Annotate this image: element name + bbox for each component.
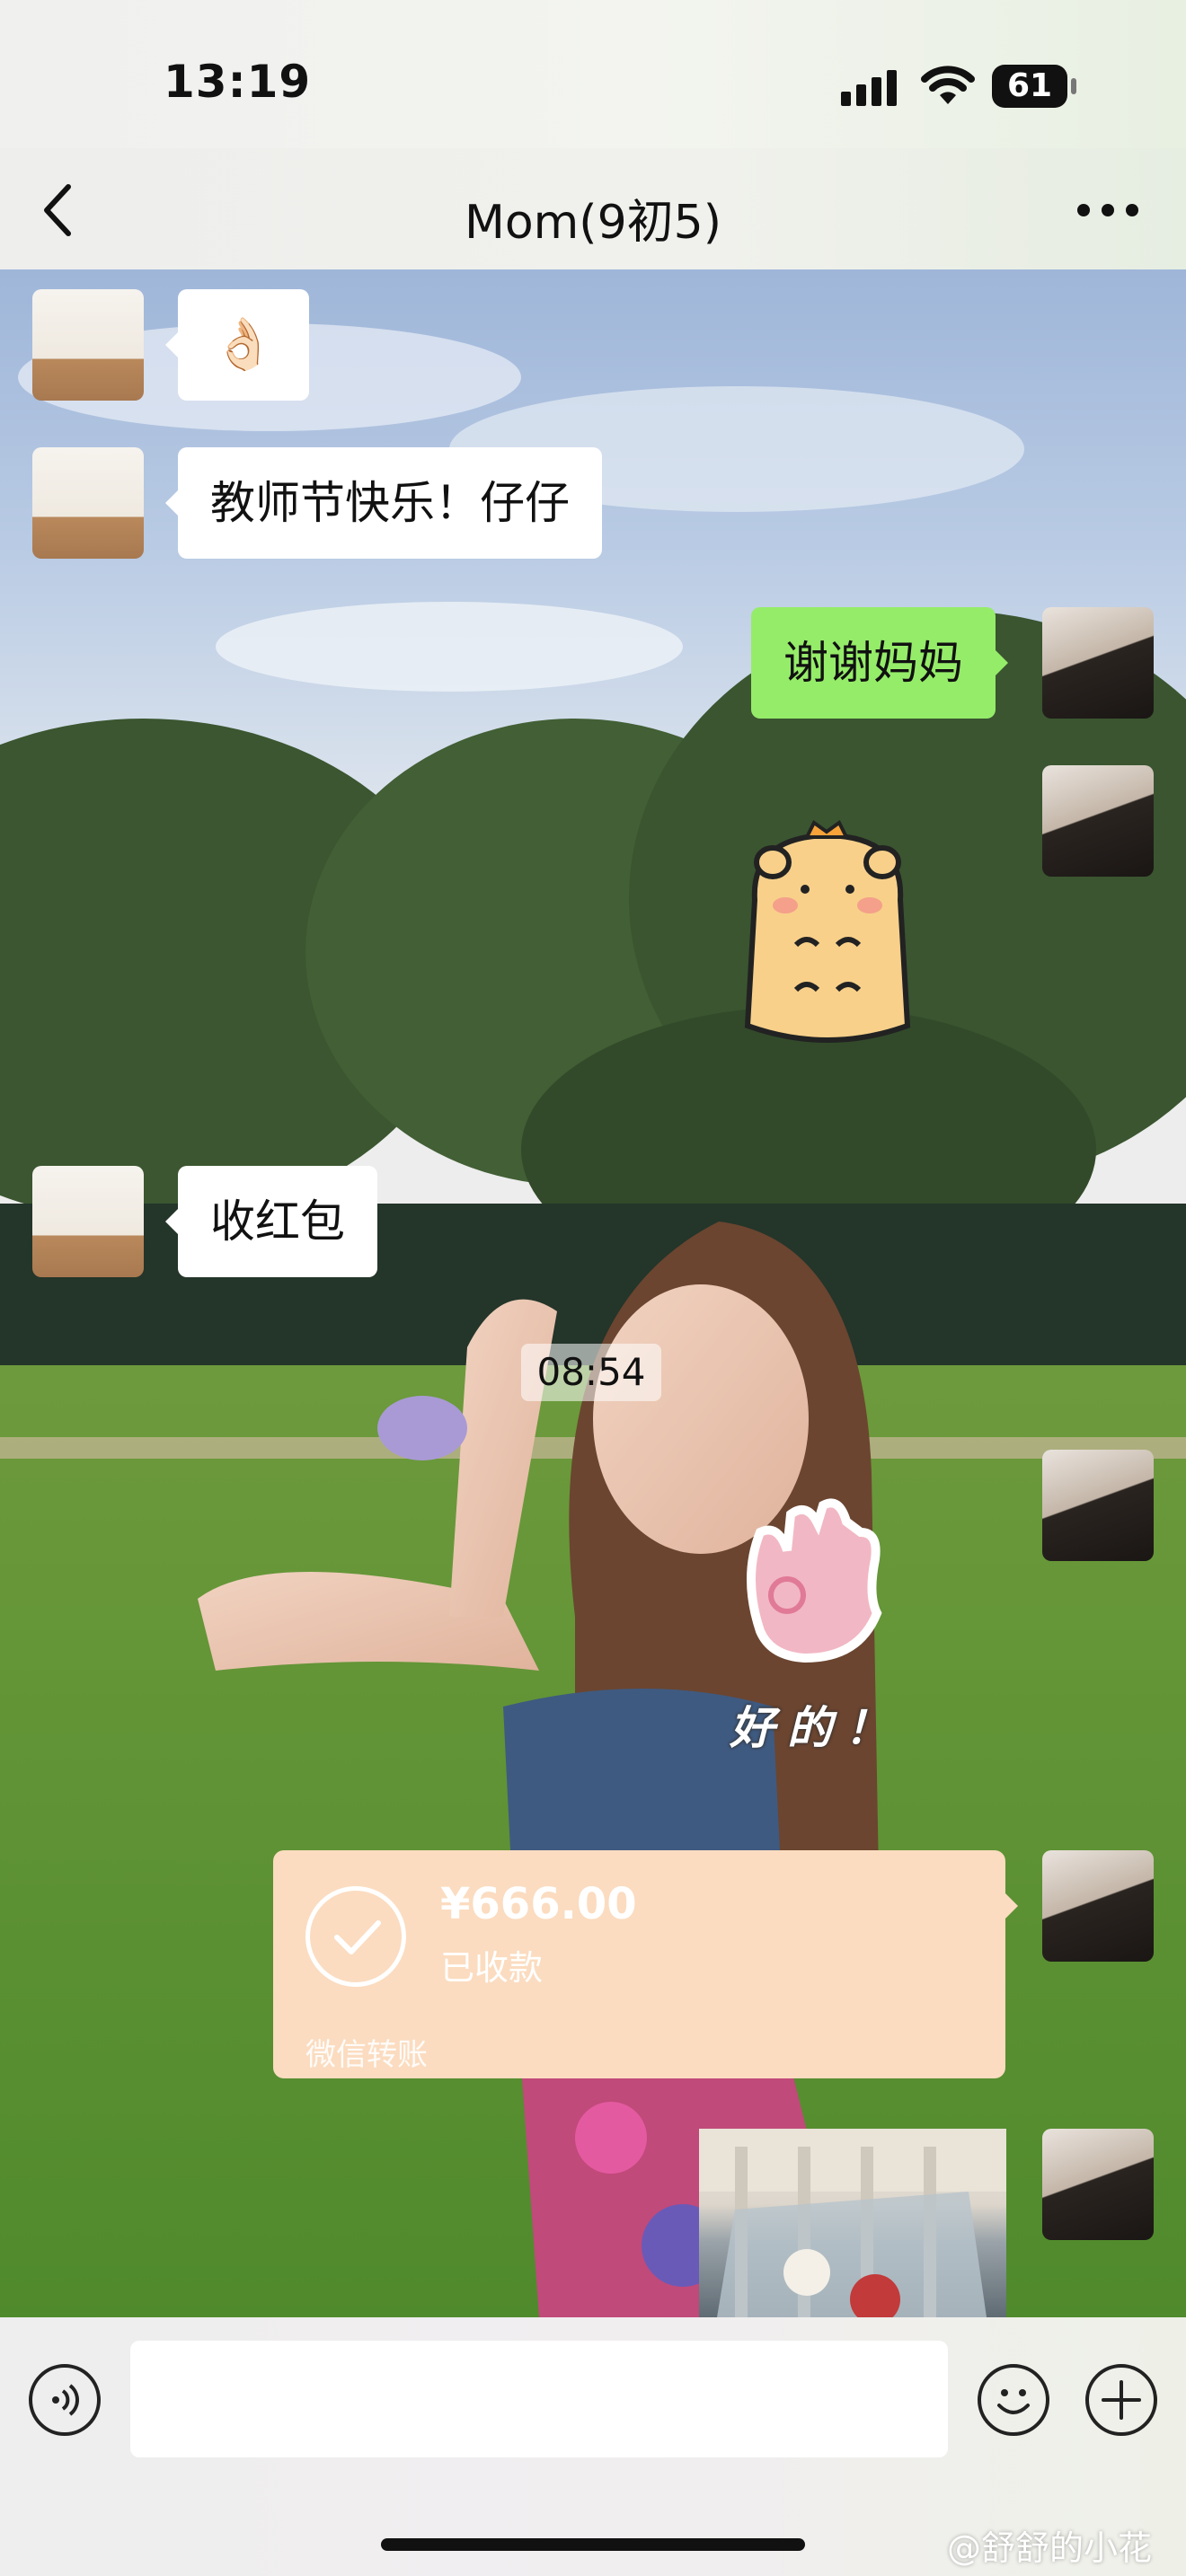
signal-icon	[841, 70, 897, 106]
check-circle-icon	[305, 1886, 406, 1987]
battery-icon: 61	[992, 65, 1076, 108]
mom-avatar[interactable]	[32, 447, 144, 559]
transfer-status: 已收款	[440, 1948, 544, 1988]
mom-avatar[interactable]	[32, 289, 144, 401]
message-input[interactable]	[130, 2341, 948, 2457]
battery-level: 61	[1006, 67, 1053, 104]
my-avatar[interactable]	[1042, 765, 1154, 877]
transfer-amount: ¥666.00	[440, 1879, 637, 1929]
ok-hand-sticker[interactable]	[724, 1496, 931, 1685]
my-avatar[interactable]	[1042, 2129, 1154, 2240]
sticker-caption: 好的！	[730, 1702, 902, 1754]
wifi-icon	[921, 66, 975, 104]
hamster-sticker[interactable]	[715, 819, 940, 1062]
my-avatar[interactable]	[1042, 607, 1154, 719]
voice-icon[interactable]	[29, 2364, 101, 2436]
chat-title: Mom(9初5)	[464, 196, 722, 250]
transfer-card[interactable]: ¥666.00 已收款 微信转账	[273, 1850, 1018, 2078]
mom-avatar[interactable]	[32, 1166, 144, 1277]
photo-thumbnail[interactable]	[699, 2129, 1006, 2317]
message-bubble[interactable]: 教师节快乐！仔仔	[165, 447, 602, 559]
smiley-icon[interactable]	[978, 2364, 1049, 2436]
timestamp: 08:54	[521, 1344, 661, 1401]
message-bubble[interactable]: 收红包	[165, 1166, 377, 1277]
status-time: 13:19	[164, 56, 312, 108]
more-dots-icon[interactable]	[1076, 199, 1139, 221]
plus-icon[interactable]	[1085, 2364, 1157, 2436]
message-bubble[interactable]: 👌🏻	[165, 289, 309, 401]
watermark: @舒舒的小花	[946, 2528, 1152, 2568]
my-avatar[interactable]	[1042, 1450, 1154, 1561]
my-avatar[interactable]	[1042, 1850, 1154, 1962]
message-bubble-mine[interactable]: 谢谢妈妈	[751, 607, 1008, 719]
home-indicator[interactable]	[381, 2538, 805, 2551]
transfer-brand: 微信转账	[305, 2037, 428, 2073]
